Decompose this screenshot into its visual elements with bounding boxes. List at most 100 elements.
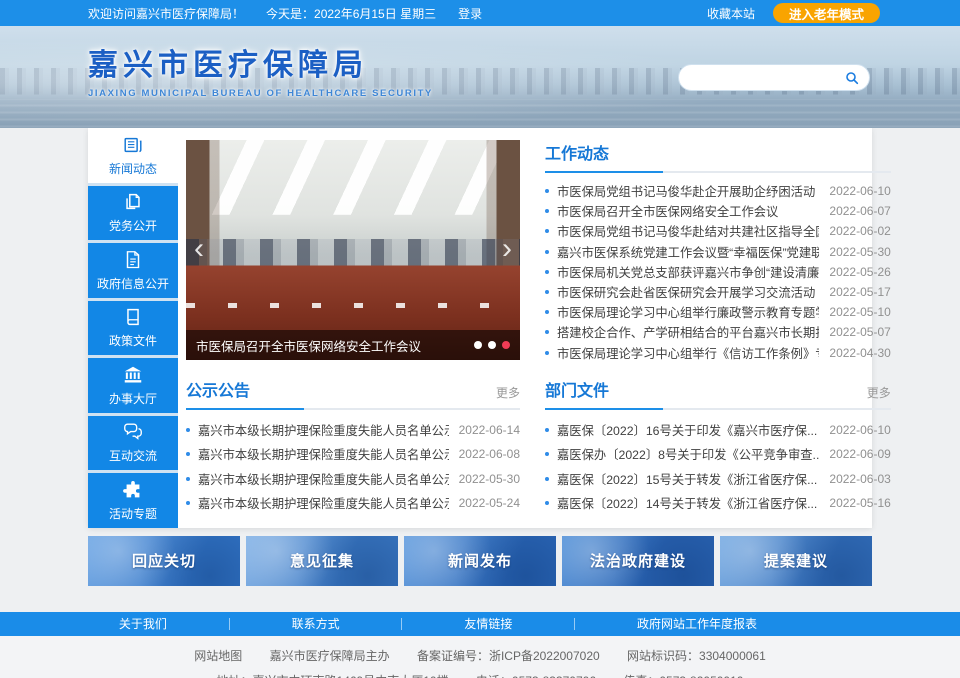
divider: [229, 618, 230, 630]
quicklink-label: 新闻发布: [448, 550, 512, 571]
list-item[interactable]: 市医保局机关党总支部获评嘉兴市争创“建设清廉机... 2022-05-26: [545, 262, 891, 282]
login-link[interactable]: 登录: [458, 5, 482, 22]
notices-more-link[interactable]: 更多: [496, 384, 520, 401]
notices-section: 公示公告 更多 嘉兴市本级长期护理保险重度失能人员名单公示（2... 2022-…: [186, 377, 520, 516]
list-item-date: 2022-05-30: [459, 472, 520, 486]
sidebar-item-service-hall[interactable]: 办事大厅: [88, 358, 178, 413]
list-item-date: 2022-06-10: [829, 423, 890, 437]
bullet-icon: [545, 452, 549, 456]
sidebar-item-gov-info[interactable]: 政府信息公开: [88, 243, 178, 298]
footnav-about[interactable]: 关于我们: [119, 615, 167, 632]
carousel-dot[interactable]: [488, 341, 496, 349]
book-icon: [122, 306, 144, 328]
news-section: 工作动态 市医保局党组书记马俊华赴企开展助企纾困活动 2022-06-10 市医…: [545, 140, 891, 363]
list-item[interactable]: 市医保局党组书记马俊华赴结对共建社区指导全国文... 2022-06-02: [545, 221, 891, 241]
fax-text: 传真：0573-82050010: [623, 674, 743, 678]
sitemap-link[interactable]: 网站地图: [194, 649, 242, 663]
bullet-icon: [545, 189, 549, 193]
list-item[interactable]: 嘉兴市本级长期护理保险重度失能人员名单公示（2... 2022-05-24: [186, 491, 520, 516]
carousel-next-icon[interactable]: ›: [496, 232, 518, 268]
list-item-title: 搭建校企合作、产学研相结合的平台嘉兴市长期护理...: [557, 323, 819, 341]
bullet-icon: [545, 250, 549, 254]
list-item[interactable]: 市医保局党组书记马俊华赴企开展助企纾困活动 2022-06-10: [545, 181, 891, 201]
news-section-header: 工作动态: [545, 140, 891, 173]
list-item[interactable]: 搭建校企合作、产学研相结合的平台嘉兴市长期护理... 2022-05-07: [545, 322, 891, 342]
site-code: 网站标识码：3304000061: [627, 649, 766, 663]
list-item-title: 嘉医保〔2022〕16号关于印发《嘉兴市医疗保...: [557, 421, 819, 439]
list-item-date: 2022-05-24: [459, 496, 520, 510]
list-item-date: 2022-05-16: [829, 496, 890, 510]
carousel-dots: [474, 341, 510, 349]
copy-icon: [122, 191, 144, 213]
list-item[interactable]: 市医保局理论学习中心组举行《信访工作条例》专题... 2022-04-30: [545, 343, 891, 363]
quicklink-opinion-collection[interactable]: 意见征集: [246, 536, 398, 586]
carousel-prev-icon[interactable]: ‹: [188, 232, 210, 268]
list-item[interactable]: 嘉兴市本级长期护理保险重度失能人员名单公示（2... 2022-06-14: [186, 418, 520, 443]
main-panel: ‹ › 市医保局召开全市医保网络安全工作会议 工作动态: [178, 128, 898, 528]
list-item[interactable]: 嘉医保〔2022〕14号关于转发《浙江省医疗保... 2022-05-16: [545, 491, 891, 516]
quicklink-news-release[interactable]: 新闻发布: [404, 536, 556, 586]
list-item-date: 2022-06-09: [829, 447, 890, 461]
quicklink-law-government[interactable]: 法治政府建设: [562, 536, 714, 586]
sidebar-item-special-topics[interactable]: 活动专题: [88, 473, 178, 528]
divider: [574, 618, 575, 630]
list-item[interactable]: 市医保局理论学习中心组举行廉政警示教育专题学习... 2022-05-10: [545, 302, 891, 322]
news-list: 市医保局党组书记马俊华赴企开展助企纾困活动 2022-06-10 市医保局召开全…: [545, 181, 891, 363]
main-content: 新闻动态 党务公开 政府信息公开 政策文件 办事大厅 互动交流 活动专题: [88, 128, 872, 528]
bullet-icon: [545, 501, 549, 505]
list-item[interactable]: 嘉医保办〔2022〕8号关于印发《公平竞争审查... 2022-06-09: [545, 442, 891, 467]
file-icon: [122, 249, 144, 271]
list-item[interactable]: 嘉兴市本级长期护理保险重度失能人员名单公示（2... 2022-05-30: [186, 467, 520, 492]
list-item-date: 2022-06-14: [459, 423, 520, 437]
quicklink-proposal-suggestion[interactable]: 提案建议: [720, 536, 872, 586]
search-input[interactable]: [689, 71, 844, 85]
list-item-title: 市医保局召开全市医保网络安全工作会议: [557, 202, 819, 220]
list-item[interactable]: 市医保研究会赴省医保研究会开展学习交流活动 2022-05-17: [545, 282, 891, 302]
carousel-photo[interactable]: [186, 140, 520, 360]
carousel-caption[interactable]: 市医保局召开全市医保网络安全工作会议: [196, 336, 474, 355]
sidebar-item-policy-docs[interactable]: 政策文件: [88, 301, 178, 356]
list-item-title: 嘉医保〔2022〕14号关于转发《浙江省医疗保...: [557, 494, 819, 512]
bullet-icon: [545, 209, 549, 213]
icp-number: 备案证编号：浙ICP备2022007020: [417, 649, 600, 663]
organizer-text: 嘉兴市医疗保障局主办: [270, 649, 390, 663]
divider: [401, 618, 402, 630]
carousel-dot-active[interactable]: [502, 341, 510, 349]
sidebar-item-party-affairs[interactable]: 党务公开: [88, 186, 178, 241]
list-item-title: 市医保局党组书记马俊华赴企开展助企纾困活动: [557, 182, 819, 200]
list-item-title: 市医保研究会赴省医保研究会开展学习交流活动: [557, 283, 819, 301]
list-item[interactable]: 市医保局召开全市医保网络安全工作会议 2022-06-07: [545, 201, 891, 221]
carousel-dot[interactable]: [474, 341, 482, 349]
list-item[interactable]: 嘉兴市医保系统党建工作会议暨“幸福医保”党建联... 2022-05-30: [545, 242, 891, 262]
quicklink-banners: 回应关切 意见征集 新闻发布 法治政府建设 提案建议: [88, 536, 872, 586]
sidebar-item-label: 政府信息公开: [97, 275, 169, 292]
quicklink-label: 回应关切: [132, 550, 196, 571]
page-title: 嘉兴市医疗保障局: [88, 40, 433, 84]
list-item-date: 2022-06-03: [829, 472, 890, 486]
address-text: 地址：嘉兴市中环南路1469号中南大厦10楼: [217, 674, 449, 678]
list-item[interactable]: 嘉兴市本级长期护理保险重度失能人员名单公示（2... 2022-06-08: [186, 442, 520, 467]
notices-list: 嘉兴市本级长期护理保险重度失能人员名单公示（2... 2022-06-14 嘉兴…: [186, 418, 520, 516]
list-item-title: 市医保局党组书记马俊华赴结对共建社区指导全国文...: [557, 222, 819, 240]
documents-more-link[interactable]: 更多: [867, 384, 891, 401]
footnav-links[interactable]: 友情链接: [464, 615, 512, 632]
list-item[interactable]: 嘉医保〔2022〕16号关于印发《嘉兴市医疗保... 2022-06-10: [545, 418, 891, 443]
sidebar-item-interaction[interactable]: 互动交流: [88, 416, 178, 471]
footer-nav: 关于我们 联系方式 友情链接 政府网站工作年度报表: [0, 612, 960, 636]
sidebar-item-news[interactable]: 新闻动态: [88, 128, 178, 183]
today-date: 今天是：2022年6月15日 星期三: [266, 5, 436, 22]
list-item-date: 2022-06-02: [829, 224, 890, 238]
list-item-date: 2022-06-08: [459, 447, 520, 461]
elder-mode-button[interactable]: 进入老年模式: [773, 3, 880, 23]
quicklink-respond-concerns[interactable]: 回应关切: [88, 536, 240, 586]
footnav-annual-report[interactable]: 政府网站工作年度报表: [637, 615, 757, 632]
chat-icon: [122, 421, 144, 443]
documents-section: 部门文件 更多 嘉医保〔2022〕16号关于印发《嘉兴市医疗保... 2022-…: [545, 377, 891, 516]
favorite-link[interactable]: 收藏本站: [707, 5, 755, 22]
bullet-icon: [186, 428, 190, 432]
footnav-contact[interactable]: 联系方式: [292, 615, 340, 632]
bullet-icon: [545, 229, 549, 233]
list-item-date: 2022-06-07: [829, 204, 890, 218]
list-item[interactable]: 嘉医保〔2022〕15号关于转发《浙江省医疗保... 2022-06-03: [545, 467, 891, 492]
search-icon[interactable]: [844, 70, 860, 86]
